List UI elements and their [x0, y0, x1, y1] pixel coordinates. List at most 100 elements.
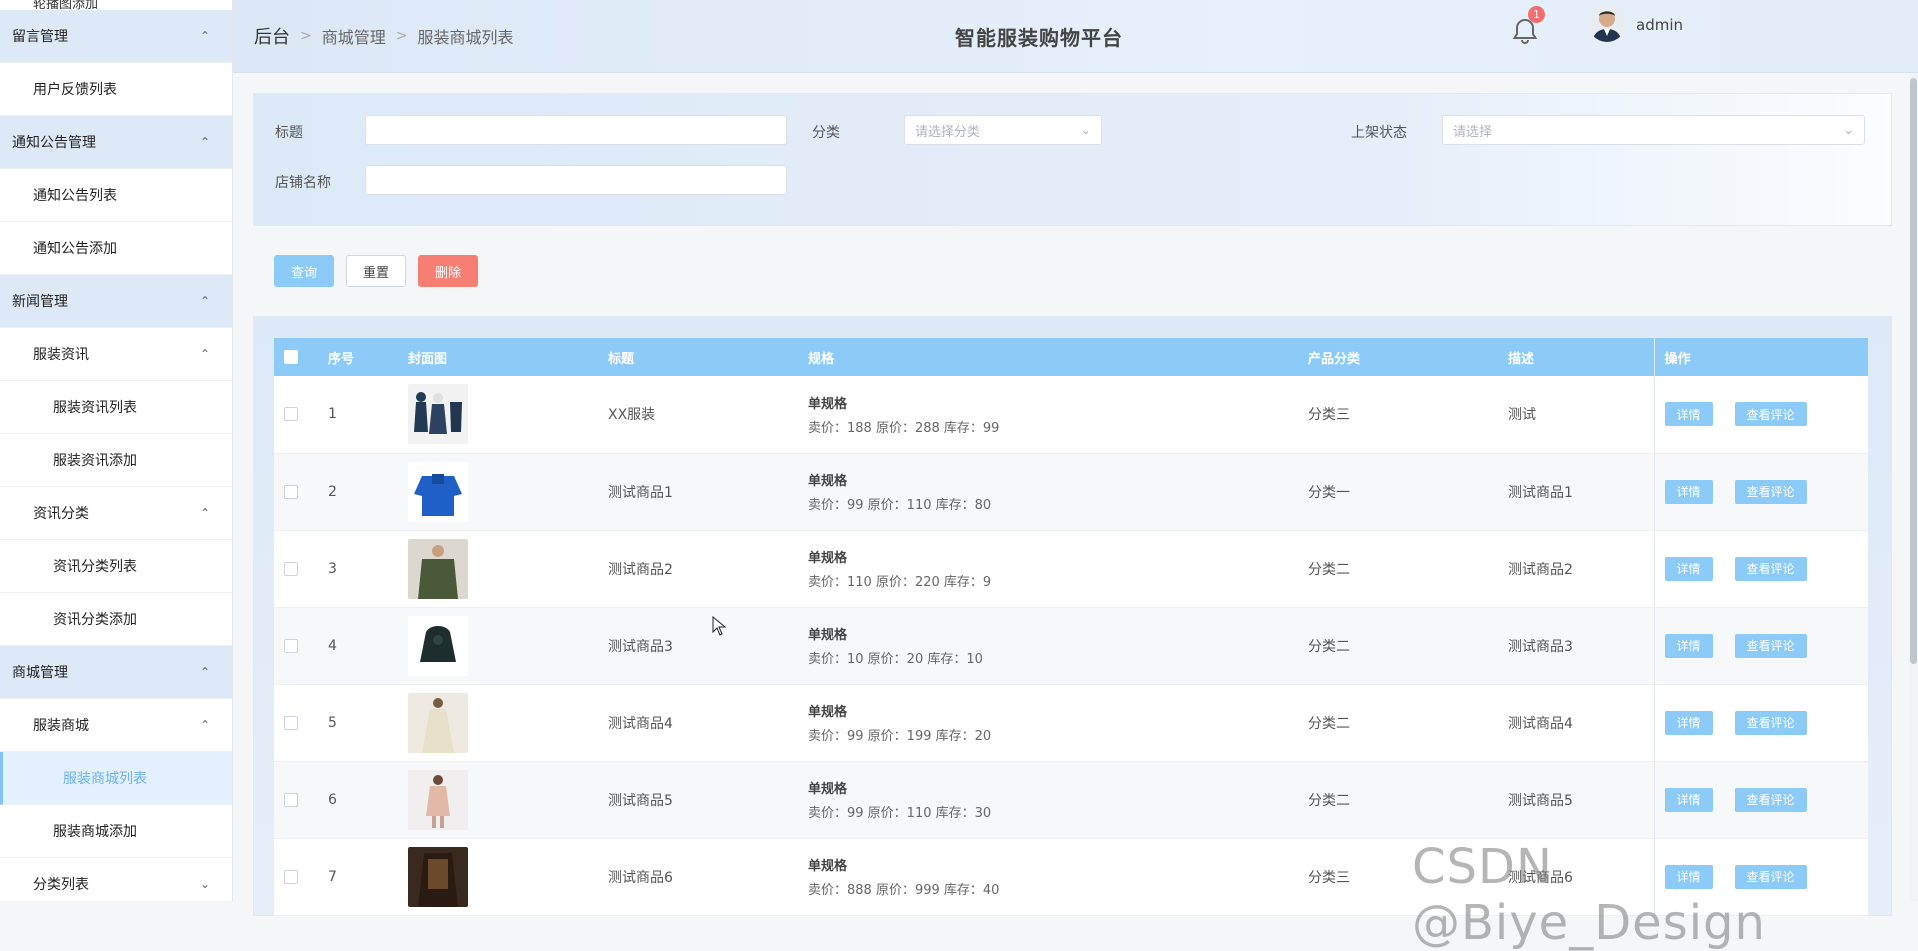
sidebar-item-label: 通知公告管理	[12, 135, 96, 151]
row-checkbox[interactable]	[274, 453, 318, 531]
delete-button[interactable]: 删除	[418, 255, 478, 287]
table-row[interactable]: 2 测试商品1 单规格 卖价：99 原价：110 库存：80 分类一 测试商品1 详情 查看评…	[274, 453, 1868, 531]
row-checkbox[interactable]	[274, 530, 318, 608]
spec-detail: 卖价：110 原价：220 库存：9	[808, 575, 992, 590]
chevron-up-icon: ⌃	[199, 665, 210, 679]
detail-button[interactable]: 详情	[1664, 787, 1713, 812]
row-actions: 详情 查看评论	[1653, 530, 1868, 608]
row-actions: 详情 查看评论	[1653, 761, 1868, 839]
row-checkbox[interactable]	[274, 761, 318, 839]
cover-image[interactable]	[398, 761, 598, 839]
sidebar-item-13[interactable]: 服装商城 ⌃	[0, 699, 232, 752]
breadcrumb-separator-icon: >	[300, 28, 312, 44]
sidebar-item-1[interactable]: 用户反馈列表	[0, 63, 232, 116]
sidebar-item-label: 用户反馈列表	[33, 82, 117, 98]
breadcrumb-home[interactable]: 后台	[254, 23, 290, 49]
sidebar-item-7[interactable]: 服装资讯列表	[0, 381, 232, 434]
view-reviews-button[interactable]: 查看评论	[1734, 710, 1807, 735]
spec-detail: 卖价：99 原价：199 库存：20	[808, 729, 992, 744]
sidebar-item-clipped[interactable]: 轮播图添加	[0, 0, 232, 12]
row-spec: 单规格 卖价：888 原价：999 库存：40	[798, 838, 1298, 916]
cover-image[interactable]	[398, 607, 598, 685]
sidebar-item-label: 资讯分类列表	[53, 559, 137, 575]
sidebar-item-15[interactable]: 服装商城添加	[0, 805, 232, 858]
detail-button[interactable]: 详情	[1664, 479, 1713, 504]
breadcrumb-section[interactable]: 商城管理	[322, 24, 386, 48]
column-header-actions: 操作	[1653, 338, 1868, 376]
row-checkbox[interactable]	[274, 838, 318, 916]
shop-name-input[interactable]	[365, 165, 787, 195]
sidebar-item-8[interactable]: 服装资讯添加	[0, 434, 232, 487]
row-actions: 详情 查看评论	[1653, 684, 1868, 762]
chevron-up-icon: ⌃	[199, 718, 210, 732]
view-reviews-button[interactable]: 查看评论	[1734, 633, 1807, 658]
chevron-up-icon: ⌃	[199, 506, 210, 520]
sidebar-item-6[interactable]: 服装资讯 ⌃	[0, 328, 232, 381]
sidebar-item-5[interactable]: 新闻管理 ⌃	[0, 275, 232, 328]
breadcrumb-current: 服装商城列表	[417, 28, 514, 47]
sidebar-item-0[interactable]: 留言管理 ⌃	[0, 10, 232, 63]
row-spec: 单规格 卖价：188 原价：288 库存：99	[798, 376, 1298, 454]
cover-image[interactable]	[398, 453, 598, 531]
row-index: 4	[318, 607, 398, 685]
notification-badge: 1	[1528, 6, 1545, 23]
row-category: 分类二	[1298, 607, 1498, 685]
sidebar-item-label: 分类列表	[33, 877, 89, 893]
cover-image[interactable]	[398, 684, 598, 762]
detail-button[interactable]: 详情	[1664, 402, 1713, 427]
row-description: 测试	[1498, 376, 1654, 454]
select-all-checkbox[interactable]	[274, 338, 318, 376]
row-title: 测试商品2	[598, 530, 798, 608]
category-filter-label: 分类	[812, 125, 840, 141]
row-title: 测试商品5	[598, 761, 798, 839]
view-reviews-button[interactable]: 查看评论	[1734, 479, 1807, 504]
row-spec: 单规格 卖价：99 原价：110 库存：30	[798, 761, 1298, 839]
detail-button[interactable]: 详情	[1664, 710, 1713, 735]
sidebar-item-11[interactable]: 资讯分类添加	[0, 593, 232, 646]
sidebar-item-16[interactable]: 分类列表 ⌄	[0, 858, 232, 901]
row-checkbox[interactable]	[274, 607, 318, 685]
row-checkbox[interactable]	[274, 376, 318, 454]
sidebar-item-3[interactable]: 通知公告列表	[0, 169, 232, 222]
sidebar-item-9[interactable]: 资讯分类 ⌃	[0, 487, 232, 540]
status-select[interactable]: 请选择 ⌄	[1442, 115, 1865, 145]
reset-button[interactable]: 重置	[346, 255, 406, 287]
cover-image[interactable]	[398, 376, 598, 454]
view-reviews-button[interactable]: 查看评论	[1734, 402, 1807, 427]
table-row[interactable]: 3 测试商品2 单规格 卖价：110 原价：220 库存：9 分类二 测试商品2 详情 查看评…	[274, 530, 1868, 608]
table-row[interactable]: 6 测试商品5 单规格 卖价：99 原价：110 库存：30 分类二 测试商品5 详情 查看评…	[274, 761, 1868, 839]
detail-button[interactable]: 详情	[1664, 633, 1713, 658]
row-index: 7	[318, 838, 398, 916]
row-index: 6	[318, 761, 398, 839]
row-checkbox[interactable]	[274, 684, 318, 762]
column-header-index: 序号	[328, 351, 355, 367]
title-input[interactable]	[365, 115, 787, 145]
view-reviews-button[interactable]: 查看评论	[1734, 556, 1807, 581]
cover-image[interactable]	[398, 838, 598, 916]
spec-title: 单规格	[808, 628, 848, 643]
breadcrumb-separator-icon: >	[395, 28, 408, 44]
sidebar-item-4[interactable]: 通知公告添加	[0, 222, 232, 275]
row-actions: 详情 查看评论	[1653, 607, 1868, 685]
table-row[interactable]: 5 测试商品4 单规格 卖价：99 原价：199 库存：20 分类二 测试商品4 详情 查看评…	[274, 684, 1868, 762]
cover-image[interactable]	[398, 530, 598, 608]
username[interactable]: admin	[1636, 16, 1683, 34]
sidebar-item-2[interactable]: 通知公告管理 ⌃	[0, 116, 232, 169]
title-filter-label: 标题	[275, 125, 303, 141]
spec-title: 单规格	[808, 474, 848, 489]
watermark: CSDN @Biye_Design	[1412, 839, 1766, 951]
sidebar-item-label: 服装资讯	[33, 347, 89, 363]
avatar[interactable]	[1588, 4, 1626, 42]
view-reviews-button[interactable]: 查看评论	[1734, 787, 1807, 812]
category-select[interactable]: 请选择分类 ⌄	[904, 115, 1102, 145]
sidebar-item-14[interactable]: 服装商城列表	[0, 752, 232, 805]
sidebar-item-12[interactable]: 商城管理 ⌃	[0, 646, 232, 699]
scrollbar-thumb[interactable]	[1910, 78, 1917, 664]
detail-button[interactable]: 详情	[1664, 556, 1713, 581]
table-row[interactable]: 4 测试商品3 单规格 卖价：10 原价：20 库存：10 分类二 测试商品3 详情 查看评论	[274, 607, 1868, 685]
column-header-description: 描述	[1508, 351, 1535, 367]
sidebar-item-10[interactable]: 资讯分类列表	[0, 540, 232, 593]
table-row[interactable]: 1 XX服装 单规格 卖价：188 原价：288 库存：99 分类三 测试 详情 查看评论	[274, 376, 1868, 454]
spec-title: 单规格	[808, 859, 848, 874]
query-button[interactable]: 查询	[274, 255, 334, 287]
